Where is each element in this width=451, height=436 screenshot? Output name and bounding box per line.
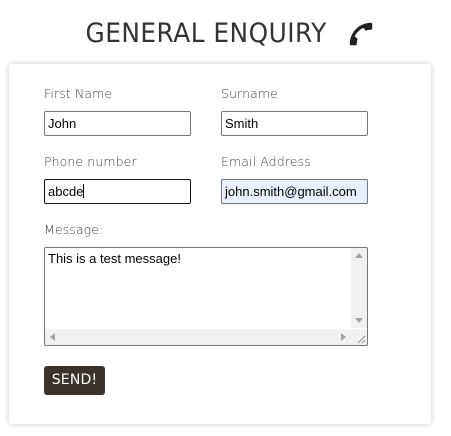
first-name-label: First Name xyxy=(44,86,113,101)
phone-number-label: Phone number xyxy=(44,154,137,169)
resize-handle[interactable] xyxy=(351,329,367,345)
phone-number-field[interactable]: abcde xyxy=(44,179,191,204)
first-name-field[interactable]: John xyxy=(44,111,191,136)
send-button[interactable]: SEND! xyxy=(44,366,105,395)
message-value: This is a test message! xyxy=(48,251,181,266)
horizontal-scrollbar[interactable] xyxy=(45,329,351,345)
message-label: Message: xyxy=(44,222,104,237)
email-address-label: Email Address xyxy=(221,154,311,169)
scroll-right-arrow-icon[interactable] xyxy=(341,333,346,341)
scroll-up-arrow-icon[interactable] xyxy=(355,253,363,258)
enquiry-form-card: First Name John Surname Smith Phone numb… xyxy=(9,64,431,424)
resize-grip-icon xyxy=(357,335,366,344)
heading-group: GENERAL ENQUIRY xyxy=(75,18,375,49)
surname-label: Surname xyxy=(221,86,278,101)
page-heading: GENERAL ENQUIRY xyxy=(0,18,451,58)
page: GENERAL ENQUIRY First Name John Surname … xyxy=(0,0,451,436)
text-caret xyxy=(83,184,85,198)
page-title: GENERAL ENQUIRY xyxy=(85,18,328,49)
scroll-left-arrow-icon[interactable] xyxy=(50,333,55,341)
message-textarea[interactable]: This is a test message! xyxy=(44,247,368,346)
vertical-scrollbar[interactable] xyxy=(351,248,367,328)
phone-icon xyxy=(346,19,376,49)
phone-number-value: abcde xyxy=(48,184,84,199)
email-address-value: john.smith@gmail.com xyxy=(225,184,357,199)
scroll-down-arrow-icon[interactable] xyxy=(355,318,363,323)
first-name-value: John xyxy=(48,116,77,131)
surname-field[interactable]: Smith xyxy=(221,111,368,136)
email-address-field[interactable]: john.smith@gmail.com xyxy=(221,179,368,204)
surname-value: Smith xyxy=(225,116,259,131)
